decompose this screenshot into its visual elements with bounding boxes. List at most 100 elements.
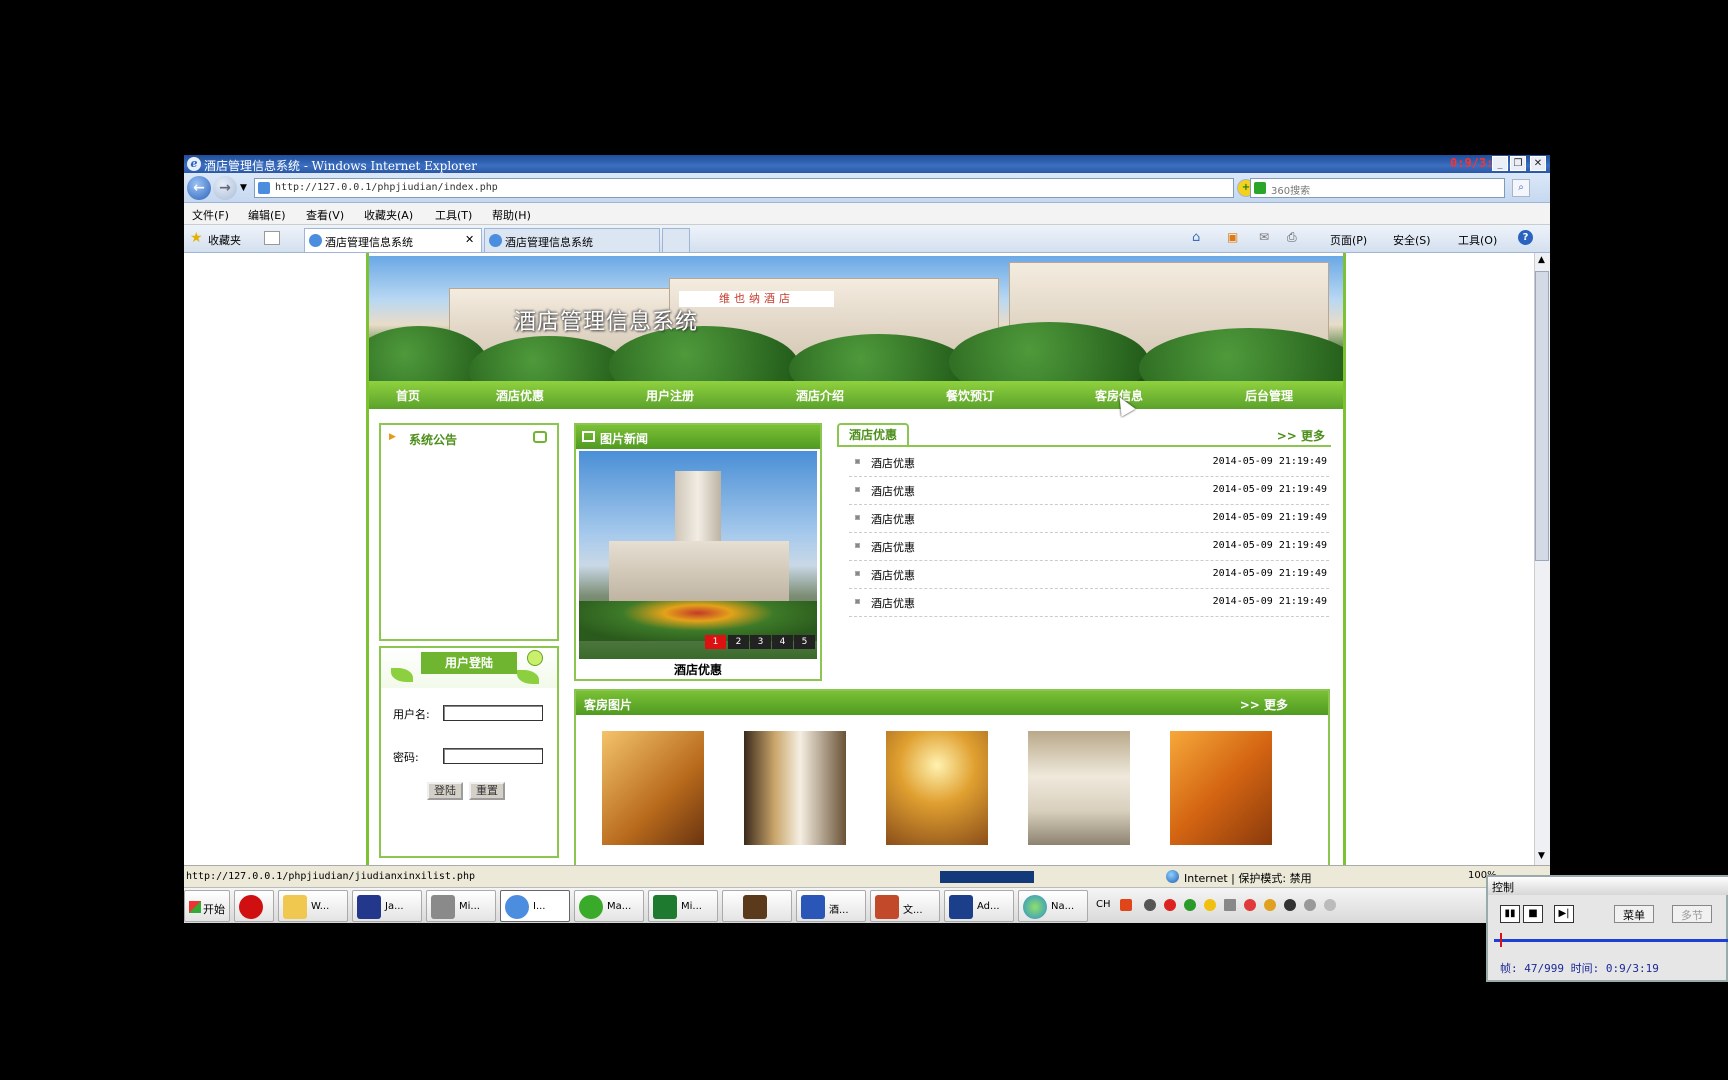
tray-icon[interactable]	[1244, 899, 1256, 911]
menu-file[interactable]: 文件(F)	[192, 207, 229, 223]
promo-row[interactable]: 酒店优惠 2014-05-09 21:19:49	[849, 505, 1329, 533]
slide-page-4[interactable]: 4	[772, 635, 793, 649]
reset-button[interactable]: 重置	[469, 782, 505, 800]
room-photo[interactable]	[1028, 731, 1130, 845]
start-button[interactable]: 开始	[184, 890, 230, 922]
back-button[interactable]: ←	[187, 176, 211, 200]
search-input[interactable]: 360搜索	[1250, 178, 1505, 198]
password-input[interactable]	[443, 748, 543, 764]
promo-item-title[interactable]: 酒店优惠	[871, 539, 915, 555]
room-photo[interactable]	[886, 731, 988, 845]
slide-page-5[interactable]: 5	[794, 635, 815, 649]
close-window-button[interactable]: ✕	[1530, 156, 1546, 171]
news-photo[interactable]: 1 2 3 4 5	[579, 451, 817, 659]
next-frame-button[interactable]: ▶|	[1554, 905, 1574, 923]
promo-row[interactable]: 酒店优惠 2014-05-09 21:19:49	[849, 449, 1329, 477]
menu-tools[interactable]: 工具(T)	[435, 207, 472, 223]
stop-button[interactable]: ■	[1523, 905, 1543, 923]
taskbar-item[interactable]: 酒...	[796, 890, 866, 922]
mail-icon[interactable]: ✉	[1259, 230, 1269, 244]
promo-item-title[interactable]: 酒店优惠	[871, 511, 915, 527]
tray-shield-icon[interactable]	[1184, 899, 1196, 911]
tray-icon[interactable]	[1164, 899, 1176, 911]
help-icon[interactable]: ?	[1518, 230, 1533, 245]
history-dropdown-icon[interactable]: ▼	[240, 183, 247, 193]
taskbar-item-active[interactable]: I...	[500, 890, 570, 922]
nav-promotions[interactable]: 酒店优惠	[496, 387, 544, 404]
promo-item-title[interactable]: 酒店优惠	[871, 595, 915, 611]
tray-icon[interactable]	[1144, 899, 1156, 911]
favorites-button[interactable]: 收藏夹	[208, 232, 241, 248]
promo-row[interactable]: 酒店优惠 2014-05-09 21:19:49	[849, 477, 1329, 505]
minimize-button[interactable]: _	[1492, 156, 1508, 171]
username-input[interactable]	[443, 705, 543, 721]
taskbar-item[interactable]	[722, 890, 792, 922]
safety-menu[interactable]: 安全(S)	[1393, 232, 1431, 248]
tray-sogou-icon[interactable]	[1120, 899, 1132, 911]
feeds-icon[interactable]: ▣	[1227, 230, 1238, 244]
taskbar-item[interactable]: Ma...	[574, 890, 644, 922]
menu-button[interactable]: 菜单	[1614, 905, 1654, 923]
tray-icon[interactable]	[1304, 899, 1316, 911]
timeline-track[interactable]	[1494, 939, 1728, 942]
taskbar-opera[interactable]	[234, 890, 274, 922]
tab-active[interactable]: 酒店管理信息系统 ✕	[304, 228, 482, 252]
room-photo[interactable]	[744, 731, 846, 845]
restore-button[interactable]: ❐	[1510, 156, 1526, 171]
promo-row[interactable]: 酒店优惠 2014-05-09 21:19:49	[849, 533, 1329, 561]
tools-menu[interactable]: 工具(O)	[1458, 232, 1497, 248]
print-icon[interactable]: ⎙	[1287, 230, 1297, 245]
taskbar-item[interactable]: 文...	[870, 890, 940, 922]
quick-tabs-icon[interactable]	[264, 231, 280, 245]
promo-more-link[interactable]: >> 更多	[1277, 427, 1325, 444]
room-photo[interactable]	[602, 731, 704, 845]
login-button[interactable]: 登陆	[427, 782, 463, 800]
menu-edit[interactable]: 编辑(E)	[248, 207, 286, 223]
taskbar-item[interactable]: Mi...	[648, 890, 718, 922]
slide-page-3[interactable]: 3	[750, 635, 771, 649]
slide-page-1[interactable]: 1	[705, 635, 726, 649]
scroll-thumb[interactable]	[1535, 271, 1549, 561]
page-menu[interactable]: 页面(P)	[1330, 232, 1367, 248]
slide-page-2[interactable]: 2	[728, 635, 749, 649]
tray-icon[interactable]	[1264, 899, 1276, 911]
favorites-star-icon[interactable]: ★	[190, 230, 203, 246]
menu-help[interactable]: 帮助(H)	[492, 207, 531, 223]
taskbar-item[interactable]: Mi...	[426, 890, 496, 922]
tray-icon[interactable]	[1204, 899, 1216, 911]
tray-volume-icon[interactable]	[1324, 899, 1336, 911]
home-icon[interactable]: ⌂	[1192, 230, 1200, 245]
nav-home[interactable]: 首页	[396, 387, 420, 404]
taskbar-item[interactable]: Ja...	[352, 890, 422, 922]
nav-about[interactable]: 酒店介绍	[796, 387, 844, 404]
nav-admin[interactable]: 后台管理	[1245, 387, 1293, 404]
language-indicator[interactable]: CH	[1096, 899, 1111, 910]
rooms-more-link[interactable]: >> 更多	[1240, 696, 1288, 713]
taskbar-item[interactable]: Na...	[1018, 890, 1088, 922]
pause-button[interactable]: ▮▮	[1500, 905, 1520, 923]
menu-view[interactable]: 查看(V)	[306, 207, 344, 223]
taskbar-item[interactable]: Ad...	[944, 890, 1014, 922]
promo-item-title[interactable]: 酒店优惠	[871, 567, 915, 583]
tray-qq-icon[interactable]	[1284, 899, 1296, 911]
taskbar-item[interactable]: W...	[278, 890, 348, 922]
promo-row[interactable]: 酒店优惠 2014-05-09 21:19:49	[849, 589, 1329, 617]
forward-button[interactable]: →	[213, 176, 237, 200]
security-zone[interactable]: Internet | 保护模式: 禁用	[1184, 870, 1312, 886]
url-input[interactable]: http://127.0.0.1/phpjiudian/index.php	[254, 178, 1234, 198]
scroll-up-icon[interactable]: ▲	[1538, 255, 1545, 265]
promo-item-title[interactable]: 酒店优惠	[871, 455, 915, 471]
scroll-down-icon[interactable]: ▼	[1538, 851, 1545, 861]
promo-item-title[interactable]: 酒店优惠	[871, 483, 915, 499]
new-tab-button[interactable]	[662, 228, 690, 252]
news-caption[interactable]: 酒店优惠	[576, 661, 820, 678]
multi-section-button[interactable]: 多节	[1672, 905, 1712, 923]
timeline-marker[interactable]	[1500, 933, 1502, 947]
search-icon[interactable]: ⌕	[1512, 179, 1530, 197]
room-photo[interactable]	[1170, 731, 1272, 845]
tray-network-icon[interactable]	[1224, 899, 1236, 911]
tab-inactive[interactable]: 酒店管理信息系统	[484, 228, 660, 252]
tab-close-icon[interactable]: ✕	[465, 233, 474, 246]
nav-register[interactable]: 用户注册	[646, 387, 694, 404]
nav-dining[interactable]: 餐饮预订	[946, 387, 994, 404]
